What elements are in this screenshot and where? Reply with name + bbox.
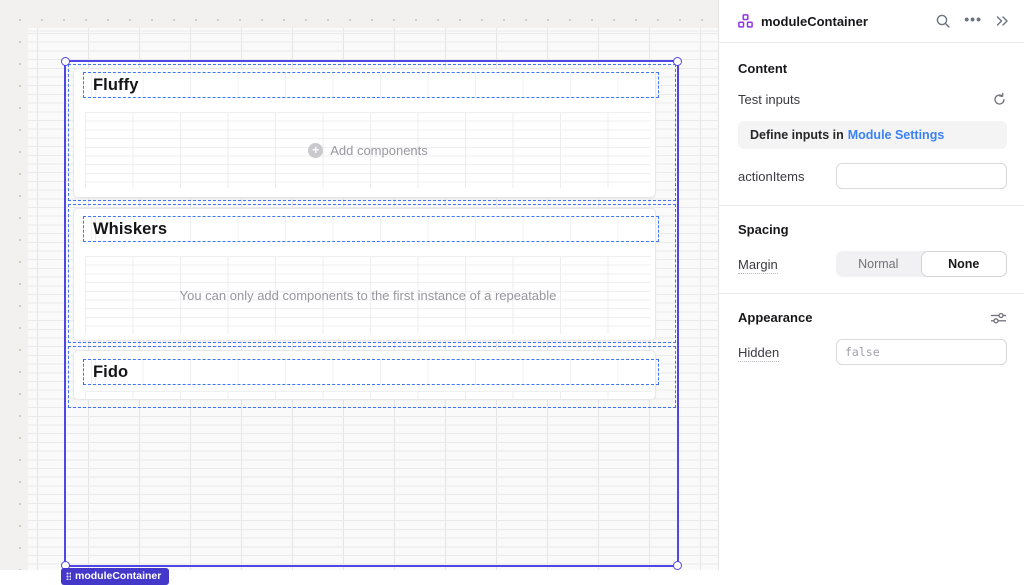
action-items-input[interactable] [836, 163, 1007, 189]
inspector-header: moduleContainer ••• [719, 0, 1024, 43]
module-icon [738, 14, 753, 28]
instance-2-dropzone: You can only add components to the first… [85, 256, 651, 334]
title-text: Whiskers [93, 219, 168, 238]
title-component-fluffy[interactable]: Fluffy [83, 72, 659, 98]
hidden-input[interactable] [836, 339, 1007, 365]
title-text: Fido [93, 362, 129, 381]
section-divider [719, 293, 1024, 294]
section-heading-spacing: Spacing [738, 222, 789, 237]
drag-handle-icon[interactable] [66, 572, 71, 580]
margin-option-normal[interactable]: Normal [836, 251, 921, 277]
appearance-settings-icon[interactable] [990, 311, 1007, 325]
module-editor-canvas[interactable]: + Add components You can only add compon… [28, 28, 718, 585]
module-settings-link[interactable]: Module Settings [848, 128, 945, 142]
test-inputs-label: Test inputs [738, 92, 801, 107]
define-inputs-infobox: Define inputs in Module Settings [738, 121, 1007, 149]
selection-tag-label: moduleContainer [75, 570, 162, 582]
add-components-label: Add components [330, 142, 428, 158]
repeatable-info-message: You can only add components to the first… [179, 287, 557, 303]
resize-handle-bottom-right[interactable] [673, 561, 682, 570]
hidden-label: Hidden [738, 344, 780, 362]
margin-row: Margin Normal None [738, 251, 1007, 277]
action-items-label: actionItems [738, 168, 805, 184]
action-items-row: actionItems [738, 163, 1007, 189]
title-component-fido[interactable]: Fido [83, 359, 659, 385]
margin-segmented-control: Normal None [836, 251, 1007, 277]
app-stage: + Add components You can only add compon… [0, 0, 1024, 585]
selection-tag[interactable]: moduleContainer [61, 568, 170, 585]
add-components-button[interactable]: + Add components [308, 142, 428, 158]
title-component-whiskers[interactable]: Whiskers [83, 216, 659, 242]
reset-test-inputs-icon[interactable] [992, 92, 1007, 107]
margin-option-none[interactable]: None [920, 251, 1007, 277]
plus-circle-icon: + [308, 142, 324, 158]
instance-3-dropzone [85, 391, 651, 399]
section-heading-appearance: Appearance [738, 310, 813, 325]
collapse-panel-icon[interactable] [995, 15, 1009, 27]
margin-label: Margin [738, 256, 778, 274]
section-divider [719, 205, 1024, 206]
search-icon[interactable] [935, 13, 951, 29]
inspector-title: moduleContainer [761, 13, 868, 29]
define-inputs-text: Define inputs in [750, 128, 844, 142]
section-heading-content: Content [738, 61, 788, 76]
inspector-panel: moduleContainer ••• Content Test inputs [718, 0, 1024, 570]
instance-1-dropzone[interactable]: + Add components [85, 112, 651, 188]
hidden-row: Hidden [738, 339, 1007, 365]
title-text: Fluffy [93, 75, 139, 94]
more-options-icon[interactable]: ••• [964, 12, 982, 26]
